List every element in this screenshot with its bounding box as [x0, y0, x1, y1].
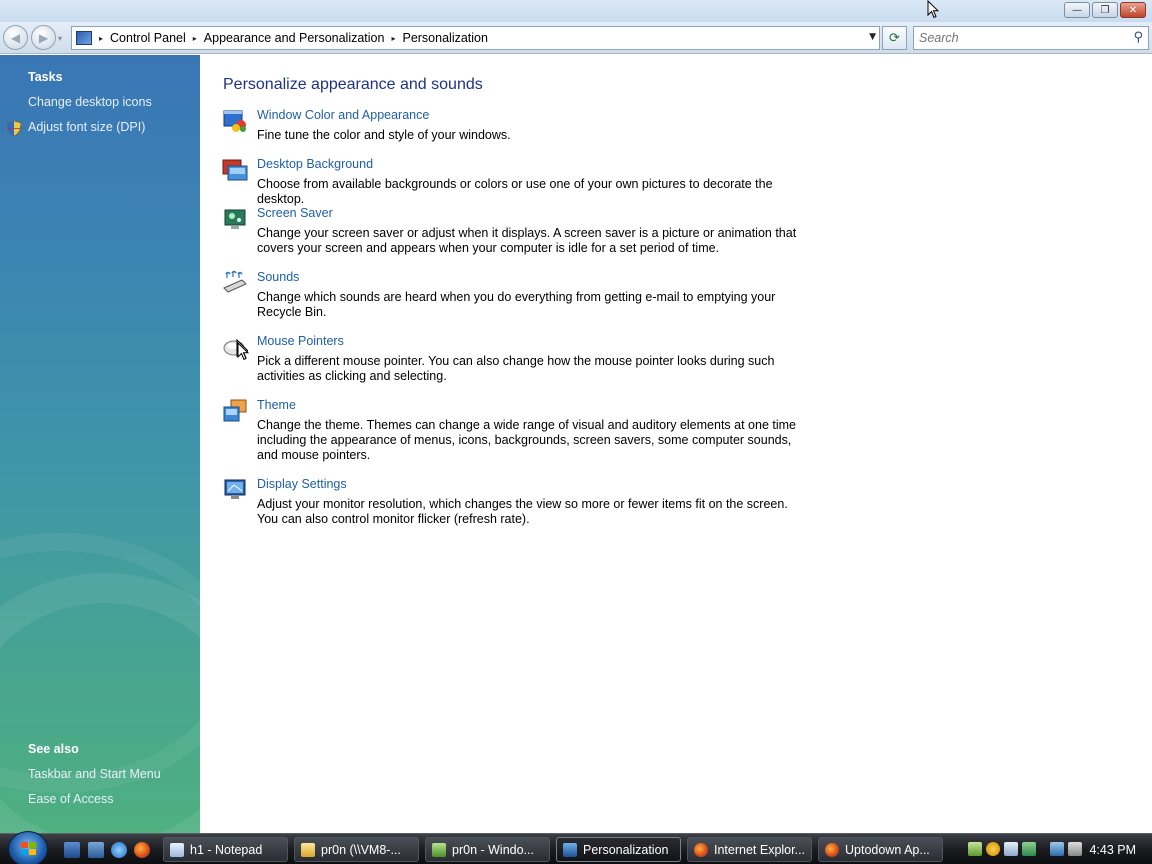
taskbar-button-pr0n-window[interactable]: pr0n - Windo...	[425, 837, 550, 862]
item-description: Change the theme. Themes can change a wi…	[257, 418, 796, 462]
minimize-icon: —	[1072, 4, 1082, 16]
search-input[interactable]	[914, 27, 1114, 49]
firefox-icon[interactable]	[134, 842, 150, 858]
desktop-background-link[interactable]: Desktop Background	[257, 157, 373, 171]
recent-pages-dropdown[interactable]: ▾	[58, 34, 62, 43]
item-description: Choose from available backgrounds or col…	[257, 177, 773, 206]
refresh-icon: ⟳	[889, 30, 900, 46]
item-description: Adjust your monitor resolution, which ch…	[257, 497, 788, 526]
sounds-link[interactable]: Sounds	[257, 270, 299, 284]
window-color-link[interactable]: Window Color and Appearance	[257, 108, 429, 122]
sounds-icon	[223, 270, 247, 293]
page-title: Personalize appearance and sounds	[223, 76, 483, 93]
breadcrumb-personalization[interactable]: Personalization	[402, 31, 487, 45]
taskbar-button-label: pr0n - Windo...	[452, 842, 534, 857]
breadcrumb-separator[interactable]: ▸	[99, 34, 103, 43]
internet-explorer-icon[interactable]	[111, 842, 127, 858]
navigation-bar: ◀ ▶ ▾ ▸ Control Panel ▸ Appearance and P…	[0, 22, 1152, 54]
forward-button[interactable]: ▶	[31, 25, 56, 50]
start-button[interactable]	[8, 831, 48, 864]
item-description: Change your screen saver or adjust when …	[257, 226, 797, 255]
taskbar-button-label: pr0n (\\VM8-...	[321, 842, 401, 857]
desktop-background-icon	[222, 159, 248, 181]
window-title-bar: — ❐ ✕	[0, 0, 1152, 22]
minimize-button[interactable]: —	[1064, 2, 1090, 18]
ease-of-access-link[interactable]: Ease of Access	[28, 792, 113, 806]
address-dropdown-icon[interactable]: ▼	[869, 32, 876, 42]
windows-logo-icon	[21, 842, 36, 855]
caption-buttons: — ❐ ✕	[1064, 2, 1146, 18]
screen-saver-icon	[224, 209, 246, 229]
restore-icon: ❐	[1100, 4, 1110, 16]
display-settings-icon	[224, 479, 246, 499]
network-connection-icon[interactable]	[1050, 842, 1064, 856]
see-also-heading: See also	[28, 742, 79, 756]
notepad-icon	[170, 842, 184, 857]
close-icon: ✕	[1128, 4, 1138, 16]
taskbar-start-menu-link[interactable]: Taskbar and Start Menu	[28, 767, 161, 781]
control-panel-icon	[76, 31, 92, 45]
window-color-icon	[223, 110, 246, 132]
clock[interactable]: 4:43 PM	[1089, 843, 1136, 857]
explorer-window-icon	[432, 842, 446, 857]
change-desktop-icons-link[interactable]: Change desktop icons	[28, 95, 152, 109]
refresh-button[interactable]: ⟳	[882, 26, 907, 50]
theme-icon	[223, 399, 247, 422]
item-description: Pick a different mouse pointer. You can …	[257, 354, 775, 383]
forward-arrow-icon: ▶	[38, 30, 49, 45]
item-description: Change which sounds are heard when you d…	[257, 290, 776, 319]
breadcrumb-control-panel[interactable]: Control Panel	[110, 31, 186, 45]
taskbar-button-notepad[interactable]: h1 - Notepad	[163, 837, 288, 862]
theme-link[interactable]: Theme	[257, 398, 296, 412]
breadcrumb-separator[interactable]: ▸	[391, 34, 395, 43]
taskbar-button-label: h1 - Notepad	[190, 842, 263, 857]
search-box: ⚲	[913, 26, 1149, 50]
display-settings-link[interactable]: Display Settings	[257, 477, 347, 491]
taskbar-button-label: Uptodown Ap...	[845, 842, 930, 857]
back-button[interactable]: ◀	[3, 25, 28, 50]
breadcrumb-appearance[interactable]: Appearance and Personalization	[204, 31, 385, 45]
close-button[interactable]: ✕	[1120, 2, 1146, 18]
security-alert-icon[interactable]	[986, 842, 1000, 856]
switch-windows-icon[interactable]	[88, 842, 104, 858]
mouse-cursor-icon	[927, 0, 939, 19]
task-pane: Tasks Change desktop icons Adjust font s…	[0, 55, 200, 833]
volume-muted-icon[interactable]	[1068, 842, 1082, 856]
notification-area: 4:43 PM	[964, 836, 1152, 863]
tasks-heading: Tasks	[28, 70, 63, 84]
taskbar-button-internet-explorer[interactable]: Internet Explor...	[687, 837, 812, 862]
taskbar-button-label: Personalization	[583, 842, 669, 857]
address-bar[interactable]: ▸ Control Panel ▸ Appearance and Persona…	[71, 26, 880, 50]
adjust-font-size-link[interactable]: Adjust font size (DPI)	[28, 120, 145, 134]
mouse-cursor-icon	[237, 342, 249, 361]
breadcrumb-separator[interactable]: ▸	[193, 34, 197, 43]
taskbar-button-uptodown[interactable]: Uptodown Ap...	[818, 837, 943, 862]
firefox-icon	[694, 842, 708, 857]
network-tray-icon[interactable]	[968, 842, 982, 856]
firefox-icon	[825, 842, 839, 857]
flag-tray-icon[interactable]	[1004, 842, 1018, 856]
item-description: Fine tune the color and style of your wi…	[257, 128, 511, 142]
taskbar-button-personalization[interactable]: Personalization	[556, 837, 681, 862]
show-desktop-icon[interactable]	[64, 842, 80, 858]
taskbar-button-label: Internet Explor...	[714, 842, 806, 857]
screen-saver-link[interactable]: Screen Saver	[257, 206, 333, 220]
back-arrow-icon: ◀	[10, 30, 21, 45]
restore-button[interactable]: ❐	[1092, 2, 1118, 18]
uac-shield-icon	[7, 121, 21, 136]
search-icon[interactable]: ⚲	[1133, 30, 1143, 45]
mouse-pointers-link[interactable]: Mouse Pointers	[257, 334, 344, 348]
taskbar: h1 - Notepad pr0n (\\VM8-... pr0n - Wind…	[0, 831, 1152, 864]
folder-icon	[301, 842, 315, 857]
taskbar-button-pr0n-folder[interactable]: pr0n (\\VM8-...	[294, 837, 419, 862]
control-panel-icon	[563, 842, 577, 857]
main-content: Personalize appearance and sounds Window…	[200, 55, 1152, 833]
updates-tray-icon[interactable]	[1022, 842, 1036, 856]
